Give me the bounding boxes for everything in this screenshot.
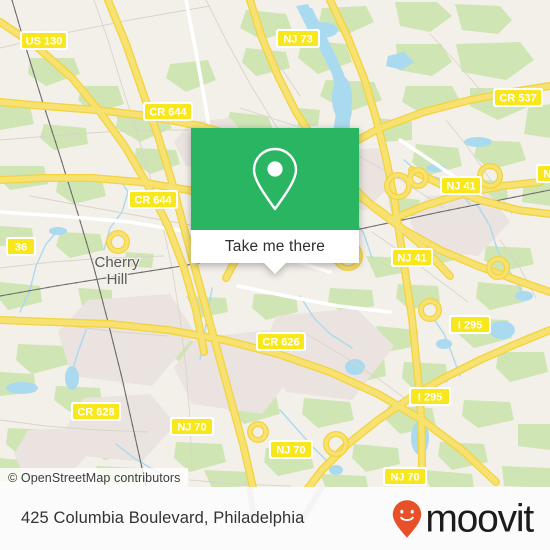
road-shield: NJ 3 [536, 164, 550, 183]
road-shield-label: I 295 [458, 319, 482, 331]
road-shield-label: US 130 [26, 35, 63, 47]
address-label: 425 Columbia Boulevard, Philadelphia [21, 509, 305, 527]
road-shield: NJ 73 [276, 29, 320, 48]
road-shield: I 295 [409, 387, 451, 406]
popup-cta-label: Take me there [224, 237, 326, 255]
popup-cta[interactable]: Take me there [191, 230, 359, 274]
road-shield-label: CR 537 [499, 92, 536, 104]
road-shield-label: NJ 70 [276, 444, 305, 456]
road-shield-label: NJ 70 [177, 421, 206, 433]
road-shield: I 295 [449, 315, 491, 334]
road-shield-label: NJ 3 [543, 168, 550, 180]
svg-text:Hill: Hill [107, 271, 128, 288]
road-shield-label: NJ 41 [446, 180, 475, 192]
popup-icon-panel [191, 128, 359, 230]
road-shield: NJ 41 [440, 176, 482, 195]
road-shield-label: CR 644 [149, 106, 187, 118]
map-attribution: © OpenStreetMap contributors [0, 468, 188, 487]
location-popup-card[interactable]: Take me there [191, 128, 359, 274]
road-shield-label: CR 628 [77, 406, 114, 418]
attribution-text: © OpenStreetMap contributors [8, 470, 181, 485]
moovit-logo[interactable]: moovit [392, 497, 534, 540]
road-shield: CR 644 [143, 102, 193, 121]
road-shield-label: I 295 [418, 391, 442, 403]
road-shield-label: CR 644 [134, 194, 172, 206]
road-shield: US 130 [20, 31, 68, 50]
road-shield: CR 644 [128, 190, 178, 209]
moovit-pin-icon [393, 499, 422, 538]
map-screen: .land { fill:#f3f0ea; } .green { fill:#c… [0, 0, 550, 550]
road-shield: CR 628 [71, 402, 121, 421]
footer-bar: 425 Columbia Boulevard, Philadelphia moo… [0, 487, 550, 550]
popup-pointer-tail [264, 263, 286, 274]
road-shield-label: 36 [15, 241, 27, 253]
svg-text:Cherry: Cherry [94, 254, 140, 271]
road-shield: 36 [6, 237, 36, 256]
road-shield: NJ 70 [269, 440, 313, 459]
road-shield: CR 626 [256, 332, 306, 351]
location-pin-icon [252, 147, 298, 211]
moovit-wordmark: moovit [425, 497, 534, 540]
road-shield: NJ 70 [383, 467, 427, 486]
road-shield-label: CR 626 [262, 336, 299, 348]
road-shield-label: NJ 70 [390, 471, 419, 483]
road-shield: NJ 41 [391, 248, 433, 267]
road-shield-label: NJ 41 [397, 252, 426, 264]
road-shield: NJ 70 [170, 417, 214, 436]
road-shield-label: NJ 73 [283, 33, 312, 45]
road-shield: CR 537 [493, 88, 543, 107]
